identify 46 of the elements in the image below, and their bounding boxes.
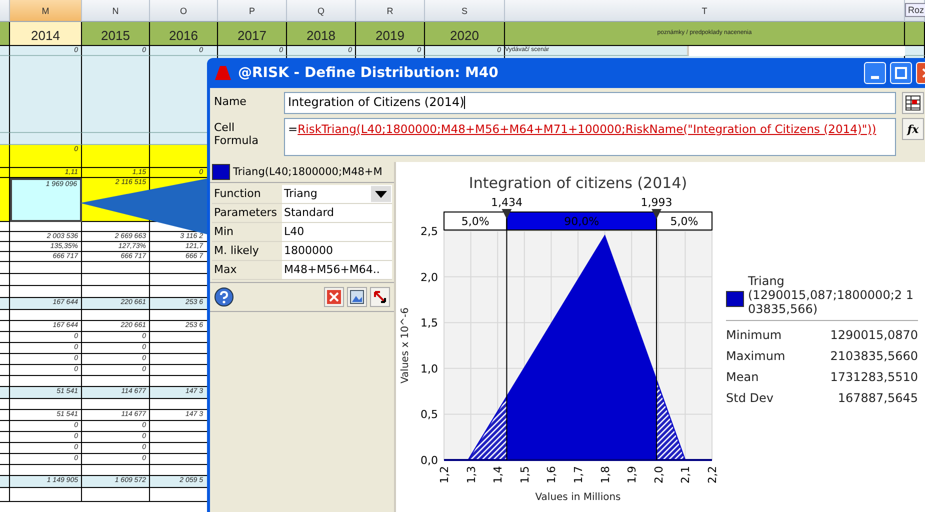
window-title: @RISK - Define Distribution: M40	[238, 65, 500, 81]
y-tick-label: 0,0	[420, 454, 438, 467]
x-tick-label: 2,1	[679, 466, 692, 484]
y-tick-label: 0,5	[420, 408, 438, 422]
year-heading: 2016	[150, 22, 218, 46]
delimiter-value: 1,993	[640, 196, 672, 209]
y-axis-label: Values x 10^-6	[400, 307, 411, 384]
formula-label: Cell Formula	[214, 120, 260, 147]
x-tick-label: 1,8	[598, 466, 612, 484]
distribution-header: Triang(L40;1800000;M48+M	[233, 166, 382, 178]
legend-parameters: (1290015,087;1800000;2 103835,566)	[748, 288, 914, 316]
year-heading: 2015	[82, 22, 150, 46]
x-tick-label: 1,2	[438, 466, 451, 484]
stat-label: Mean	[726, 369, 760, 386]
x-tick-label: 1,4	[492, 466, 505, 484]
x-tick-label: 1,6	[545, 466, 558, 484]
year-heading: 2017	[218, 22, 287, 46]
y-tick-label: 1,0	[420, 362, 438, 376]
year-heading: 2014	[10, 22, 82, 46]
y-tick-label: 2,0	[420, 270, 438, 284]
stat-value: 167887,5645	[836, 390, 918, 407]
delimiter-value: 1,434	[490, 196, 522, 209]
stat-label: Minimum	[726, 327, 783, 344]
band-label: 90,0%	[564, 215, 600, 228]
x-tick-label: 1,9	[626, 466, 639, 484]
x-tick-label: 1,7	[572, 466, 585, 484]
stat-value: 2103835,5660	[829, 348, 918, 365]
stat-label: Std Dev	[726, 390, 774, 407]
stat-label: Maximum	[726, 348, 786, 365]
x-tick-label: 1,3	[464, 466, 478, 484]
x-tick-label: 2,0	[652, 466, 666, 484]
year-heading: 2018	[287, 22, 356, 46]
band-label: 5,0%	[461, 215, 490, 228]
x-axis-label: Values in Millions	[535, 492, 621, 503]
x-tick-label: 1,5	[518, 466, 532, 484]
stat-value: 1290015,0870	[829, 327, 918, 344]
y-tick-label: 2,5	[420, 225, 438, 238]
legend-name: Triang	[747, 274, 786, 288]
name-label: Name	[214, 94, 248, 108]
stat-value: 1731283,5510	[829, 369, 918, 386]
x-tick-label: 2,2	[706, 466, 719, 484]
band-label: 5,0%	[670, 215, 698, 228]
year-heading: 2019	[356, 22, 425, 46]
chart-title: Integration of citizens (2014)	[468, 174, 688, 192]
y-tick-label: 1,5	[420, 316, 438, 330]
year-heading: 2020	[425, 22, 505, 46]
